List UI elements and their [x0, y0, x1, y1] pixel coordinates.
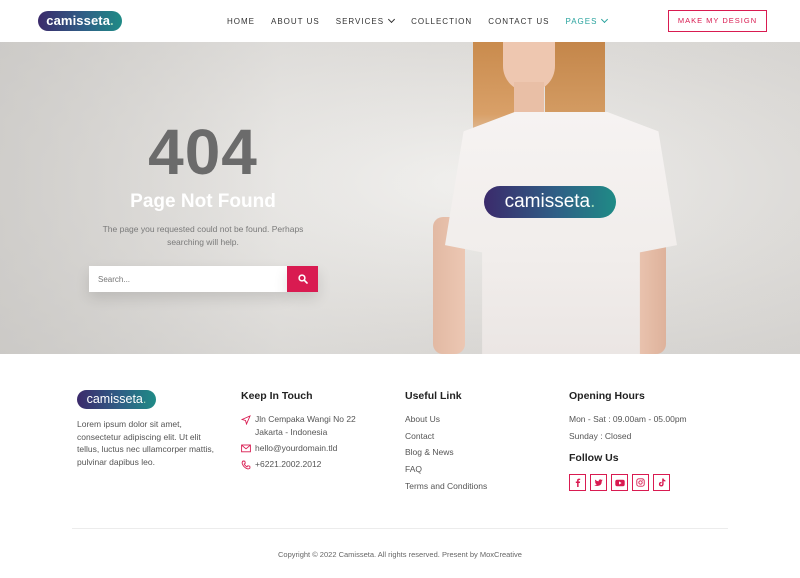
keep-in-touch-heading: Keep In Touch	[241, 390, 313, 402]
nav-collection[interactable]: COLLECTION	[411, 15, 472, 27]
footer-divider	[72, 528, 728, 529]
contact-phone[interactable]: +6221.2002.2012	[241, 458, 321, 474]
follow-us-heading: Follow Us	[569, 452, 619, 464]
nav-about-us[interactable]: ABOUT US	[271, 15, 320, 27]
nav-home[interactable]: HOME	[227, 15, 255, 27]
contact-email-text: hello@yourdomain.tld	[255, 443, 338, 453]
error-description: The page you requested could not be foun…	[102, 224, 304, 247]
twitter-icon[interactable]	[590, 474, 607, 491]
opening-hours-heading: Opening Hours	[569, 390, 645, 402]
facebook-icon[interactable]	[569, 474, 586, 491]
logo-text: camisseta	[46, 13, 111, 28]
email-icon	[241, 442, 255, 457]
chevron-down-icon	[601, 15, 609, 24]
footer-link-contact[interactable]: Contact	[405, 431, 434, 441]
useful-link-heading: Useful Link	[405, 390, 462, 402]
make-my-design-button[interactable]: MAKE MY DESIGN	[668, 10, 767, 32]
social-links	[569, 474, 670, 491]
logo-dot: .	[110, 13, 114, 28]
footer-logo[interactable]: camisseta.	[77, 390, 156, 409]
nav-pages[interactable]: PAGES	[565, 15, 609, 27]
footer-link-faq[interactable]: FAQ	[405, 464, 422, 474]
contact-address: Jln Cempaka Wangi No 22 Jakarta - Indone…	[240, 413, 371, 438]
tiktok-icon[interactable]	[653, 474, 670, 491]
footer-logo-text: camisseta	[86, 392, 143, 406]
footer-about-text: Lorem ipsum dolor sit amet, consectetur …	[77, 419, 214, 467]
contact-address-text: Jln Cempaka Wangi No 22 Jakarta - Indone…	[255, 414, 356, 437]
nav-services-label: SERVICES	[335, 16, 385, 26]
opening-hours-sunday: Sunday : Closed	[569, 431, 632, 441]
contact-email[interactable]: hello@yourdomain.tld	[241, 442, 337, 457]
opening-hours-weekdays: Mon - Sat : 09.00am - 05.00pm	[569, 414, 687, 424]
search-input[interactable]	[89, 266, 287, 292]
hero-section: camisseta. 404 Page Not Found The page y…	[0, 42, 800, 354]
nav-pages-label: PAGES	[565, 16, 598, 26]
footer-link-terms[interactable]: Terms and Conditions	[405, 481, 487, 491]
footer-logo-dot: .	[142, 392, 147, 406]
nav-contact-us[interactable]: CONTACT US	[488, 15, 549, 27]
main-nav: HOME ABOUT US SERVICES COLLECTION CONTAC…	[227, 15, 609, 27]
error-code: 404	[148, 116, 258, 188]
footer-link-blog-news[interactable]: Blog & News	[405, 447, 454, 457]
contact-phone-text: +6221.2002.2012	[255, 459, 322, 469]
error-title: Page Not Found	[130, 191, 276, 212]
chevron-down-icon	[388, 15, 396, 24]
copyright-text: Copyright © 2022 Camisseta. All rights r…	[278, 550, 522, 559]
instagram-icon[interactable]	[632, 474, 649, 491]
location-icon	[240, 413, 255, 438]
site-header: camisseta. HOME ABOUT US SERVICES COLLEC…	[0, 0, 800, 42]
search-icon	[298, 274, 308, 284]
tshirt-logo-text: camisseta	[504, 191, 591, 212]
tshirt-logo: camisseta.	[484, 186, 616, 218]
footer-link-about-us[interactable]: About Us	[405, 414, 440, 424]
nav-services[interactable]: SERVICES	[335, 15, 396, 27]
search-button[interactable]	[287, 266, 318, 292]
tshirt-logo-dot: .	[590, 191, 596, 212]
logo[interactable]: camisseta.	[38, 11, 122, 31]
youtube-icon[interactable]	[611, 474, 628, 491]
site-footer: camisseta. Lorem ipsum dolor sit amet, c…	[0, 354, 800, 578]
phone-icon	[241, 458, 255, 474]
